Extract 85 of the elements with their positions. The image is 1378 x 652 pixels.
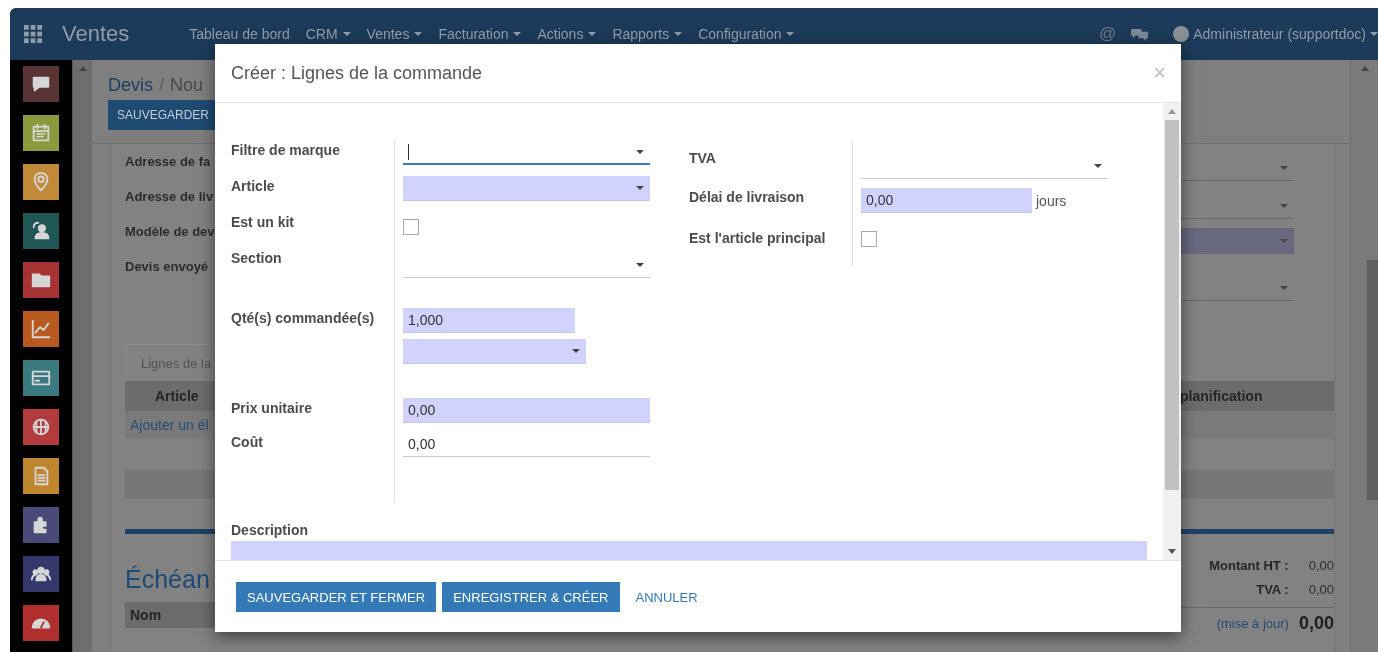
cancel-link[interactable]: ANNULER (629, 582, 704, 612)
checkbox[interactable] (861, 231, 877, 247)
contact-app-icon[interactable] (23, 213, 59, 249)
field-label: Coût (231, 433, 264, 452)
dropdown-caret-icon (636, 149, 644, 154)
field-label: Délai de livraison (689, 188, 806, 207)
checkbox[interactable] (403, 219, 419, 235)
scrollbar[interactable] (1163, 103, 1181, 560)
dropdown-field[interactable] (1180, 228, 1294, 254)
chat-bubbles-icon[interactable] (1130, 26, 1150, 42)
caret-icon (1280, 203, 1288, 208)
caret-icon (588, 32, 597, 36)
dropdown-caret-icon (1094, 164, 1102, 168)
field-label: Section (231, 249, 283, 268)
dialog-title: Créer : Lignes de la commande (231, 62, 483, 84)
field-label: Est l'article principal (689, 229, 827, 248)
gauge-app-icon[interactable] (23, 605, 59, 641)
avatar-icon (1173, 26, 1190, 42)
scrollbar[interactable] (72, 60, 92, 652)
field-label: Prix unitaire (231, 399, 313, 418)
field-label: Article (231, 177, 276, 196)
field-label: Modèle de dev (125, 223, 214, 241)
column-header: planification (1180, 388, 1264, 404)
mentions-link[interactable]: @ (1099, 24, 1117, 44)
menu-item[interactable]: Actions (529, 26, 605, 42)
caret-icon (786, 32, 795, 36)
pin-app-icon[interactable] (23, 164, 59, 200)
grand-total: 0,00 (1298, 612, 1334, 634)
caret-icon (342, 32, 351, 36)
breadcrumb-link[interactable]: Devis (108, 74, 153, 96)
field-label: Qté(s) commandée(s) (231, 309, 376, 328)
people-app-icon[interactable] (23, 556, 59, 592)
caret-icon (1370, 32, 1378, 36)
chat-app-icon[interactable] (23, 66, 59, 102)
field-label: Devis envoyé (125, 258, 210, 276)
app-title: Ventes (62, 21, 130, 47)
total-value: 0,00 (1308, 557, 1334, 573)
field-label: TVA (689, 149, 717, 168)
apps-grid-icon[interactable] (24, 24, 43, 44)
menu-item[interactable]: CRM (297, 26, 359, 42)
folder-app-icon[interactable] (23, 262, 59, 298)
chart-app-icon[interactable] (23, 311, 59, 347)
menu-item[interactable]: Facturation (430, 26, 530, 42)
globe-app-icon[interactable] (23, 409, 59, 445)
puzzle-app-icon[interactable] (23, 507, 59, 543)
dropdown-field[interactable] (403, 176, 650, 201)
field-label: Description (231, 521, 309, 539)
caret-icon (513, 32, 522, 36)
menu-item[interactable]: Rapports (604, 26, 691, 42)
column-header: Nom (129, 607, 162, 623)
total-value: 0,00 (1308, 581, 1334, 597)
caret-icon (1280, 238, 1288, 243)
input-field[interactable]: 0,00 (861, 188, 1032, 213)
total-label: TVA : (1256, 581, 1289, 597)
field-label: Filtre de marque (231, 141, 341, 160)
dropdown-caret-icon (636, 263, 644, 267)
calendar-app-icon[interactable] (23, 115, 59, 151)
breadcrumb-separator: / (159, 74, 165, 96)
field-label: Adresse de liv (125, 188, 214, 206)
field-label: Adresse de fa (125, 153, 212, 171)
unit-label: jours (1036, 192, 1067, 209)
total-label: Montant HT : (1209, 557, 1289, 573)
caret-icon (1280, 165, 1288, 170)
dropdown-field[interactable] (403, 339, 586, 364)
card-app-icon[interactable] (23, 360, 59, 396)
button[interactable]: SAUVEGARDER ET FERMER (236, 582, 437, 612)
input-field[interactable]: 0,00 (403, 398, 650, 423)
menu-item[interactable]: Tableau de bord (181, 26, 298, 42)
user-menu[interactable]: Administrateur (supportdoc) (1173, 26, 1378, 42)
caret-icon (1280, 285, 1288, 290)
menu-item[interactable]: Ventes (358, 26, 431, 42)
caret-icon (674, 32, 683, 36)
document-app-icon[interactable] (23, 458, 59, 494)
menu-item[interactable]: Configuration (690, 26, 803, 42)
dropdown-caret-icon (572, 349, 580, 353)
column-header: Article (154, 388, 200, 404)
dropdown-caret-icon (636, 186, 644, 190)
input-field[interactable]: 0,00 (403, 432, 650, 457)
scrollbar[interactable] (1350, 60, 1378, 652)
input-field[interactable]: 1,000 (403, 308, 575, 333)
caret-icon (414, 32, 423, 36)
update-link[interactable]: (mise à jour) (1216, 615, 1289, 631)
user-name: Administrateur (supportdoc) (1193, 26, 1366, 42)
button[interactable]: ENREGISTRER & CRÉER (442, 582, 620, 612)
field-label: Est un kit (231, 213, 295, 232)
